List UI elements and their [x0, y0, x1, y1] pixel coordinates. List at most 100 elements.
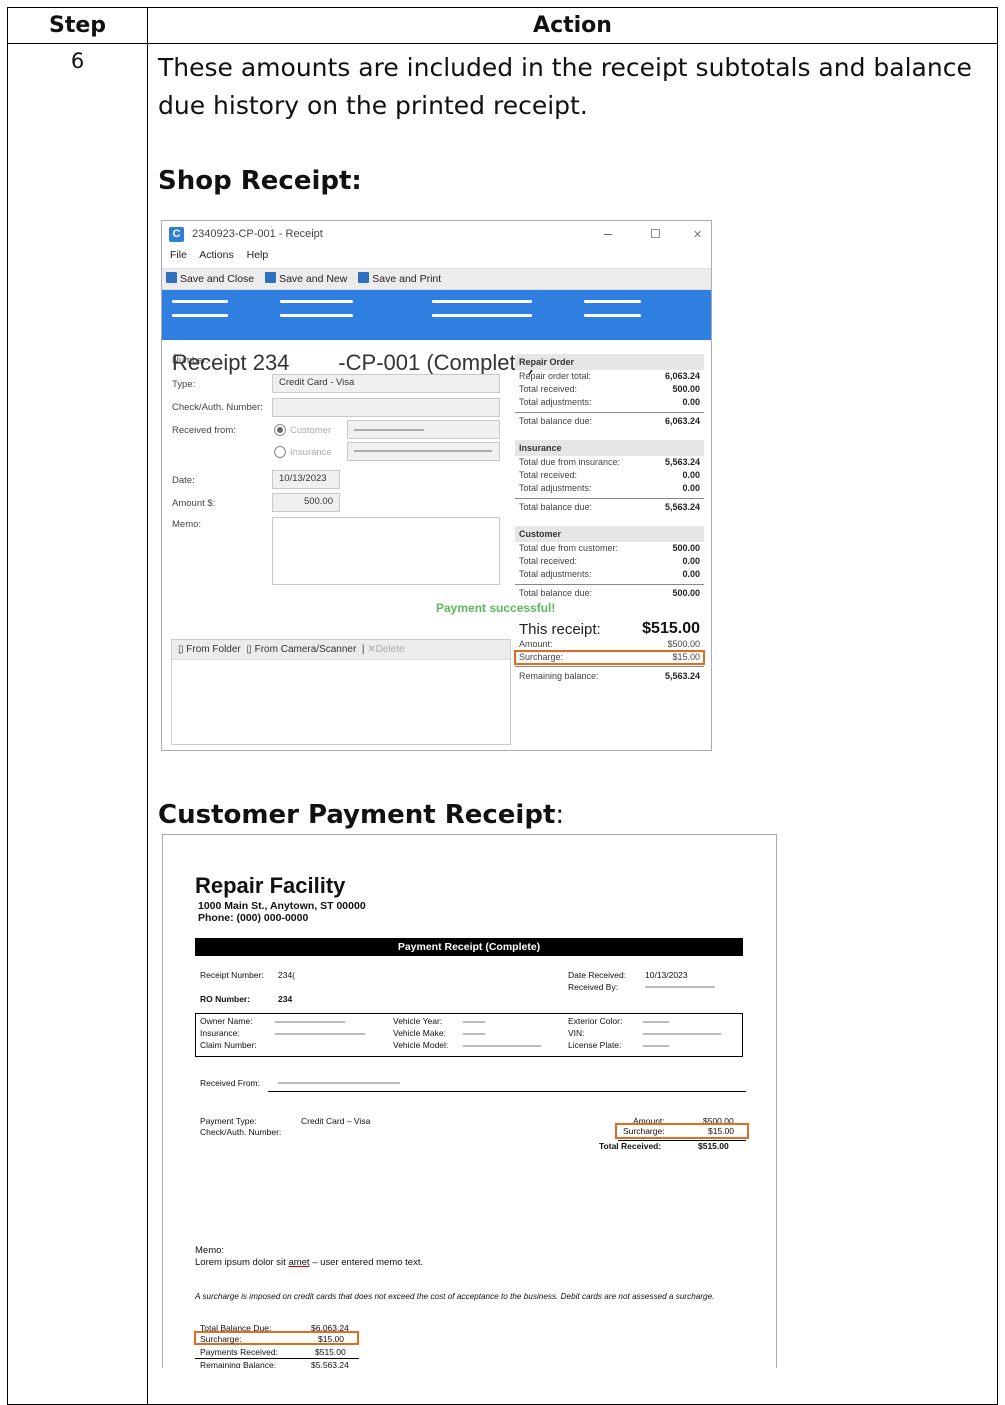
- repair-order-heading: Repair Order: [515, 354, 704, 370]
- redaction-line: [645, 986, 715, 988]
- summary-value: 0.00: [682, 397, 700, 407]
- summary-label: Total due from insurance:: [519, 457, 621, 467]
- redaction-line: [278, 1082, 400, 1084]
- check-auth-label: Check/Auth. Number:: [172, 402, 263, 413]
- facility-address: 1000 Main St., Anytown, ST 00000: [198, 900, 366, 912]
- received-from-label: Received From:: [200, 1078, 260, 1088]
- summary-row: Total received: 0.00: [515, 469, 704, 482]
- from-folder-label: From Folder: [186, 644, 241, 655]
- memo-text-part: – user entered memo text.: [309, 1257, 424, 1268]
- menu-file[interactable]: File: [170, 249, 187, 261]
- summary-row: Total adjustments: 0.00: [515, 482, 704, 495]
- customer-heading: Customer: [515, 526, 704, 542]
- close-button[interactable]: ✕: [693, 228, 702, 241]
- redaction-bar: [432, 314, 532, 317]
- summary-value: 5,563.24: [664, 457, 700, 467]
- redaction-line: [643, 1045, 669, 1047]
- insurance-option-label: Insurance: [290, 447, 332, 458]
- heading-colon: :: [555, 800, 565, 830]
- remaining-balance-row: Remaining balance: 5,563.24: [515, 666, 704, 684]
- claim-number-label: Claim Number:: [200, 1040, 257, 1050]
- receipt-title-bar: Payment Receipt (Complete): [195, 938, 743, 956]
- total-received-label: Total Received:: [599, 1141, 662, 1151]
- divider: [195, 1358, 359, 1359]
- summary-row: Total adjustments: 0.00: [515, 568, 704, 581]
- summary-row: Total due from customer: 500.00: [515, 542, 704, 555]
- summary-row: Total adjustments: 0.00: [515, 396, 704, 409]
- insurance-radio[interactable]: [274, 446, 286, 458]
- menu-help[interactable]: Help: [247, 249, 269, 261]
- step-number: 6: [7, 43, 148, 1405]
- payments-received-value: $515.00: [315, 1347, 346, 1357]
- customer-option-label: Customer: [290, 425, 332, 436]
- save-and-close-button[interactable]: Save and Close: [166, 272, 254, 285]
- step-header: Step: [7, 7, 148, 44]
- redaction-bar: [280, 314, 353, 317]
- from-camera-button[interactable]: ▯ From Camera/Scanner: [246, 644, 356, 655]
- paperclip-icon: ▯: [178, 644, 184, 655]
- summary-label: Total received:: [519, 470, 578, 480]
- summary-label: Repair order total:: [519, 371, 592, 381]
- summary-value: 500.00: [672, 543, 700, 553]
- redaction-bar: [280, 300, 353, 303]
- amount-field[interactable]: 500.00: [272, 493, 340, 512]
- payment-type-value: Credit Card – Visa: [301, 1116, 371, 1126]
- summary-label: Total received:: [519, 556, 578, 566]
- redaction-bar: [172, 314, 228, 317]
- vehicle-make-label: Vehicle Make:: [393, 1028, 446, 1038]
- paperclip-icon: ▯: [246, 644, 252, 655]
- payment-type-label: Payment Type:: [200, 1116, 257, 1126]
- insurance-label: Insurance:: [200, 1028, 240, 1038]
- totals-surcharge-label: Surcharge:: [200, 1334, 242, 1344]
- memo-text-misspelled: amet: [288, 1257, 310, 1268]
- amount-label: Amount $:: [172, 498, 216, 509]
- exterior-color-label: Exterior Color:: [568, 1016, 623, 1026]
- from-folder-button[interactable]: ▯ From Folder: [178, 644, 241, 655]
- summary-label: Total received:: [519, 384, 578, 394]
- minimize-button[interactable]: –: [604, 225, 612, 241]
- check-auth-field[interactable]: [272, 398, 500, 417]
- summary-value: $500.00: [667, 639, 700, 649]
- total-received-value: $515.00: [698, 1141, 729, 1151]
- date-received-label: Date Received:: [568, 970, 627, 980]
- summary-label: Total adjustments:: [519, 483, 592, 493]
- summary-total-row: Total balance due: 5,563.24: [515, 498, 704, 516]
- attachments-panel: ▯ From Folder ▯ From Camera/Scanner | ✕D…: [171, 639, 511, 745]
- menu-bar: File Actions Help: [162, 249, 711, 268]
- close-icon: ✕: [367, 644, 376, 655]
- window-title: 2340923-CP-001 - Receipt: [192, 228, 323, 240]
- check-auth-label: Check/Auth. Number:: [200, 1127, 282, 1137]
- remaining-balance-label: Remaining Balance:: [200, 1360, 277, 1368]
- summary-label: Amount:: [519, 639, 553, 649]
- save-and-new-button[interactable]: Save and New: [265, 272, 347, 285]
- date-received-value: 10/13/2023: [645, 970, 688, 980]
- redaction-line: [354, 429, 424, 431]
- save-and-print-button[interactable]: Save and Print: [358, 272, 442, 285]
- save-icon: [358, 272, 370, 283]
- redaction-bar: [432, 300, 532, 303]
- maximize-button[interactable]: ☐: [650, 227, 661, 241]
- vehicle-year-label: Vehicle Year:: [393, 1016, 443, 1026]
- save-and-print-label: Save and Print: [372, 273, 442, 285]
- divider: [268, 1091, 746, 1092]
- menu-actions[interactable]: Actions: [199, 249, 233, 261]
- summary-panel: Repair Order Repair order total: 6,063.24…: [514, 351, 705, 684]
- memo-field[interactable]: [272, 517, 500, 585]
- this-receipt-value: $515.00: [642, 620, 700, 637]
- redaction-line: [275, 1033, 365, 1035]
- ro-number-value: 234: [278, 994, 293, 1004]
- vin-label: VIN:: [568, 1028, 585, 1038]
- delete-button[interactable]: ✕Delete: [367, 644, 404, 655]
- summary-value: 5,563.24: [664, 502, 700, 512]
- summary-label: Total due from customer:: [519, 543, 619, 553]
- receipt-number-label: Receipt Number:: [200, 970, 264, 980]
- amount-row: Amount: $500.00: [515, 638, 704, 651]
- memo-label: Memo:: [172, 519, 202, 530]
- redaction-bar: [172, 300, 228, 303]
- customer-radio[interactable]: [274, 424, 286, 436]
- type-field[interactable]: Credit Card - Visa: [272, 374, 500, 393]
- window-titlebar: C 2340923-CP-001 - Receipt – ☐ ✕: [162, 221, 711, 249]
- summary-row: Repair order total: 6,063.24: [515, 370, 704, 383]
- intro-text: These amounts are included in the receip…: [158, 53, 972, 120]
- date-field[interactable]: 10/13/2023: [272, 470, 340, 489]
